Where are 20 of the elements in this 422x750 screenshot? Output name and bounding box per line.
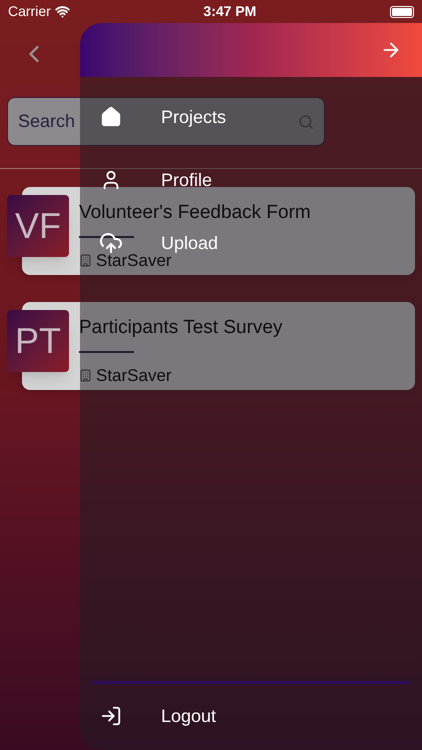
drawer-item[interactable]: Profile xyxy=(80,165,216,195)
drawer-item-label: Profile xyxy=(161,168,212,192)
battery-icon xyxy=(390,6,414,18)
logout-icon xyxy=(100,705,122,727)
cloud-upload-icon xyxy=(99,231,123,255)
project-title: Participants Test Survey xyxy=(79,316,282,340)
building-icon xyxy=(79,254,92,267)
wifi-icon xyxy=(54,4,70,19)
drawer-item-label: Projects xyxy=(161,106,226,129)
carrier-text: Carrier xyxy=(8,2,51,21)
project-avatar: VF xyxy=(7,195,69,257)
search-icon xyxy=(298,114,314,130)
search-input[interactable]: Search xyxy=(18,108,82,135)
status-time: 3:47 PM xyxy=(203,2,256,21)
building-icon xyxy=(79,368,92,382)
drawer-item[interactable]: Projects xyxy=(80,102,230,132)
project-organization: StarSaver xyxy=(96,364,172,386)
project-avatar: PT xyxy=(7,310,69,372)
logout-item[interactable]: Logout xyxy=(80,684,422,748)
logout-label: Logout xyxy=(161,704,216,728)
